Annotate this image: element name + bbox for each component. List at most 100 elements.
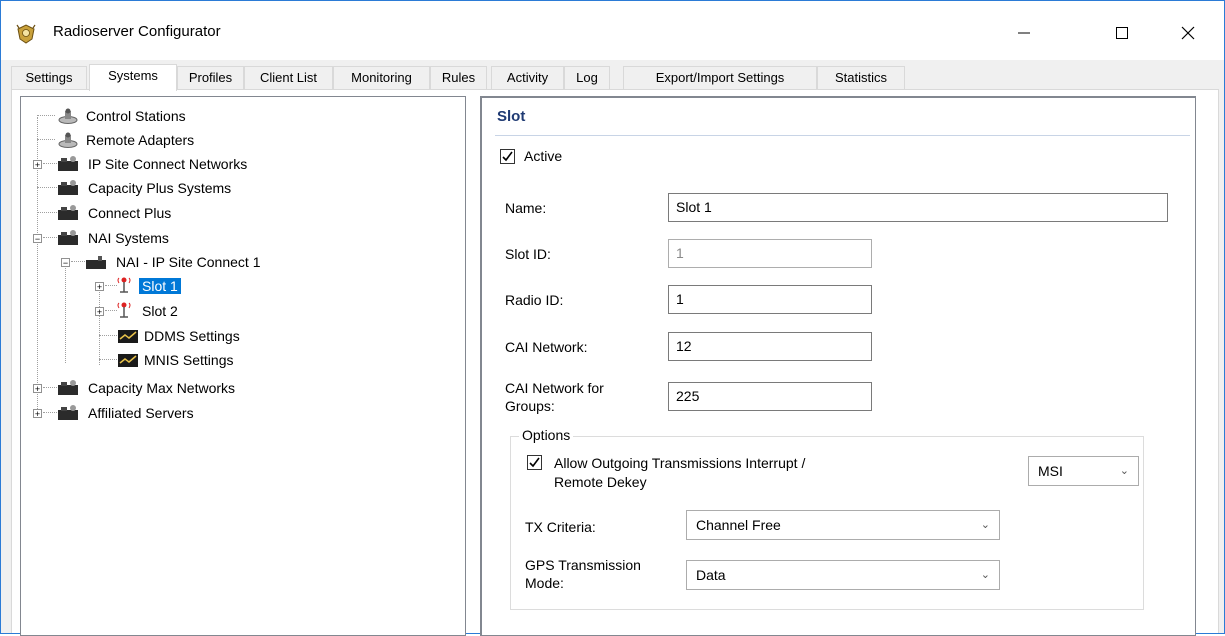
collapse-icon[interactable]: − xyxy=(61,258,70,268)
tree-item-affiliated-servers[interactable]: + Affiliated Servers xyxy=(21,403,197,425)
tree-connector xyxy=(43,163,57,164)
antenna-icon xyxy=(117,277,131,293)
tree-item-mnis-settings[interactable]: MNIS Settings xyxy=(99,350,236,372)
tree-connector xyxy=(43,237,57,238)
expand-icon[interactable]: + xyxy=(33,384,42,394)
app-logo-icon xyxy=(16,24,36,44)
tab-client-list[interactable]: Client List xyxy=(244,66,333,89)
tab-systems[interactable]: Systems xyxy=(89,64,177,91)
tree-item-label: Slot 1 xyxy=(138,277,182,295)
tree-connector xyxy=(99,359,117,360)
tab-log[interactable]: Log xyxy=(564,66,610,89)
tree-item-label: NAI - IP Site Connect 1 xyxy=(116,254,261,270)
tree-connector xyxy=(65,261,66,363)
network-icon xyxy=(58,380,78,395)
tree-connector xyxy=(37,139,55,140)
interrupt-mode-value: MSI xyxy=(1038,463,1063,479)
tree-connector xyxy=(43,412,57,413)
collapse-icon[interactable]: − xyxy=(33,234,42,244)
title-bar[interactable]: Radioserver Configurator xyxy=(1,1,1224,60)
network-icon xyxy=(58,405,78,420)
tab-monitoring[interactable]: Monitoring xyxy=(333,66,430,89)
slot-id-field: 1 xyxy=(668,239,872,268)
tree-item-label: DDMS Settings xyxy=(144,328,240,344)
tree-item-label: NAI Systems xyxy=(88,230,169,246)
active-label: Active xyxy=(524,148,563,164)
tree-item-slot-2[interactable]: + Slot 2 xyxy=(83,301,181,323)
tree-item-slot-1[interactable]: + Slot 1 xyxy=(83,276,182,298)
network-icon xyxy=(58,156,78,171)
maximize-button[interactable] xyxy=(1099,15,1145,51)
tree-connector xyxy=(37,187,57,188)
tree-connector xyxy=(71,261,85,262)
gps-mode-value: Data xyxy=(696,567,726,583)
chevron-down-icon: ⌄ xyxy=(980,569,990,581)
expand-icon[interactable]: + xyxy=(95,307,104,317)
tree-item-label: Slot 2 xyxy=(142,303,178,319)
tree-connector xyxy=(37,115,55,116)
tree-item-label: Remote Adapters xyxy=(86,132,195,148)
checkmark-icon xyxy=(529,457,540,468)
tree-connector xyxy=(37,212,57,213)
tab-profiles[interactable]: Profiles xyxy=(177,66,244,89)
tree-item-label: Affiliated Servers xyxy=(88,405,194,421)
tree-item-label: Connect Plus xyxy=(88,205,172,221)
name-field[interactable]: Slot 1 xyxy=(668,193,1168,222)
chevron-down-icon: ⌄ xyxy=(980,519,990,531)
cai-network-label: CAI Network: xyxy=(505,339,588,355)
station-icon xyxy=(58,108,78,124)
close-icon xyxy=(1181,26,1195,40)
network-icon xyxy=(58,180,78,195)
tree-item-nai-systems[interactable]: − NAI Systems xyxy=(21,228,172,250)
allow-interrupt-label-line2: Remote Dekey xyxy=(554,474,647,490)
expand-icon[interactable]: + xyxy=(33,409,42,419)
tab-activity[interactable]: Activity xyxy=(491,66,564,89)
gps-mode-label-line2: Mode: xyxy=(525,575,564,591)
tree-item-label: Capacity Plus Systems xyxy=(88,180,232,196)
radio-id-label: Radio ID: xyxy=(505,292,564,308)
tab-statistics[interactable]: Statistics xyxy=(817,66,905,89)
tab-rules[interactable]: Rules xyxy=(430,66,487,89)
expand-icon[interactable]: + xyxy=(33,160,42,170)
tree-item-label: Control Stations xyxy=(86,108,186,124)
close-button[interactable] xyxy=(1165,15,1211,51)
minimize-button[interactable] xyxy=(1001,15,1047,51)
tab-settings[interactable]: Settings xyxy=(11,66,87,89)
maximize-icon xyxy=(1116,27,1128,39)
allow-interrupt-checkbox[interactable] xyxy=(527,455,542,470)
cai-network-groups-label-line2: Groups: xyxy=(505,398,555,414)
network-icon xyxy=(58,205,78,220)
slot-id-label: Slot ID: xyxy=(505,246,551,262)
allow-interrupt-label-line1: Allow Outgoing Transmissions Interrupt / xyxy=(554,455,806,471)
tree-item-control-stations[interactable]: Control Stations xyxy=(37,106,189,128)
cai-network-groups-field[interactable]: 225 xyxy=(668,382,872,411)
interrupt-mode-dropdown[interactable]: MSI ⌄ xyxy=(1028,456,1139,486)
tree-item-ip-site-connect-networks[interactable]: + IP Site Connect Networks xyxy=(21,154,250,176)
systems-tree[interactable]: Control Stations Remote Adapters + IP Si… xyxy=(20,96,466,636)
tree-item-ddms-settings[interactable]: DDMS Settings xyxy=(99,326,243,348)
tree-item-capacity-plus-systems[interactable]: Capacity Plus Systems xyxy=(37,178,234,200)
tree-item-remote-adapters[interactable]: Remote Adapters xyxy=(37,130,197,152)
tree-connector xyxy=(99,335,117,336)
tx-criteria-dropdown[interactable]: Channel Free ⌄ xyxy=(686,510,1000,540)
cai-network-field[interactable]: 12 xyxy=(668,332,872,361)
minimize-icon xyxy=(1018,32,1030,34)
tree-connector xyxy=(43,387,57,388)
system-icon xyxy=(86,256,106,269)
tx-criteria-value: Channel Free xyxy=(696,517,781,533)
chevron-down-icon: ⌄ xyxy=(1119,465,1129,477)
radio-id-field[interactable]: 1 xyxy=(668,285,872,314)
network-icon xyxy=(58,230,78,245)
station-icon xyxy=(58,132,78,148)
tree-item-capacity-max-networks[interactable]: + Capacity Max Networks xyxy=(21,378,238,400)
expand-icon[interactable]: + xyxy=(95,282,104,292)
checkmark-icon xyxy=(502,151,513,162)
tab-export-import-settings[interactable]: Export/Import Settings xyxy=(623,66,817,89)
antenna-icon xyxy=(117,302,131,318)
tree-item-nai-ip-site-connect-1[interactable]: − NAI - IP Site Connect 1 xyxy=(49,252,263,274)
gps-mode-dropdown[interactable]: Data ⌄ xyxy=(686,560,1000,590)
active-checkbox[interactable] xyxy=(500,149,515,164)
tree-item-connect-plus[interactable]: Connect Plus xyxy=(37,203,174,225)
section-heading: Slot xyxy=(497,108,526,125)
gps-mode-label-line1: GPS Transmission xyxy=(525,557,641,573)
